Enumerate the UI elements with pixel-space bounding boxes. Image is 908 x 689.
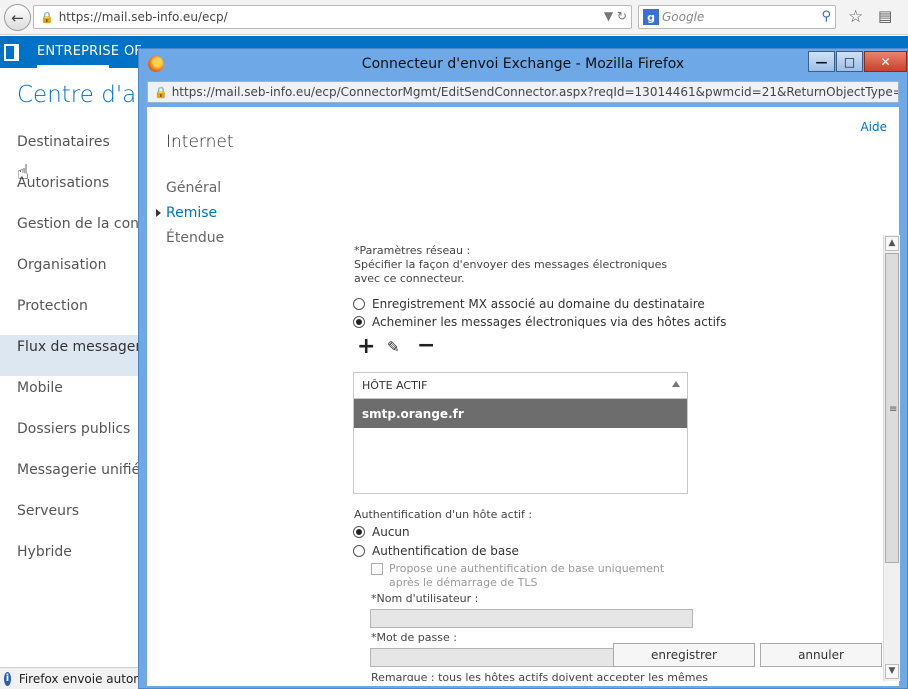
radio-mx-label: Enregistrement MX associé au domaine du … bbox=[372, 297, 705, 311]
sidebar-item-flux-messagerie[interactable]: Flux de messagerie bbox=[0, 335, 140, 376]
popup-window: Connecteur d'envoi Exchange - Mozilla Fi… bbox=[138, 48, 908, 689]
sidebar-item-messagerie-unifiee[interactable]: Messagerie unifiée bbox=[0, 458, 140, 499]
status-text: Firefox envoie autom bbox=[18, 671, 145, 686]
back-button[interactable]: ← bbox=[4, 4, 31, 31]
hosts-column-header[interactable]: HÔTE ACTIF bbox=[354, 373, 687, 399]
lock-icon: 🔒 bbox=[154, 85, 168, 99]
sidebar-nav: Destinataires Autorisations Gestion de l… bbox=[0, 130, 140, 581]
maximize-icon: □ bbox=[843, 54, 856, 69]
remove-host-button[interactable]: − bbox=[417, 335, 435, 357]
radio-auth-none[interactable]: Aucun bbox=[353, 525, 410, 539]
arrow-left-icon: ← bbox=[11, 8, 24, 27]
dialog-nav-remise[interactable]: Remise bbox=[155, 203, 224, 228]
dialog-nav-general[interactable]: Général bbox=[166, 178, 224, 203]
radio-button-checked[interactable] bbox=[353, 316, 365, 328]
popup-address-bar[interactable]: 🔒 https://mail.seb-info.eu/ecp/Connector… bbox=[147, 81, 899, 103]
radio-button[interactable] bbox=[353, 545, 365, 557]
search-box[interactable]: g Google ⚲ bbox=[638, 5, 836, 29]
dialog-nav: Général Remise Étendue bbox=[155, 178, 224, 253]
google-icon: g bbox=[643, 9, 659, 25]
lock-icon: 🔒 bbox=[40, 10, 54, 24]
sidebar-item-protection[interactable]: Protection bbox=[0, 294, 140, 335]
chevron-up-icon: ▲ bbox=[888, 238, 896, 248]
radio-smart-host-label: Acheminer les messages électroniques via… bbox=[372, 315, 727, 329]
tls-checkbox-row[interactable]: Propose une authentification de base uni… bbox=[371, 562, 679, 590]
office-logo-icon[interactable] bbox=[4, 44, 19, 61]
reload-icon[interactable]: ▼ ↻ bbox=[604, 9, 627, 23]
hand-cursor-icon: ☝ bbox=[17, 160, 30, 184]
smart-host-list: HÔTE ACTIF smtp.orange.fr bbox=[353, 372, 688, 494]
grip-icon: ≡ bbox=[889, 404, 898, 415]
host-name: smtp.orange.fr bbox=[362, 406, 464, 421]
browser-toolbar: ← 🔒 https://mail.seb-info.eu/ecp/ ▼ ↻ g … bbox=[0, 0, 908, 35]
close-button[interactable]: ✕ bbox=[864, 51, 907, 72]
radio-auth-none-label: Aucun bbox=[372, 525, 410, 539]
radio-auth-basic-label: Authentification de base bbox=[372, 544, 519, 558]
status-bar: i Firefox envoie autom bbox=[0, 667, 145, 689]
edit-host-button[interactable]: ✎ bbox=[387, 339, 400, 355]
radio-button[interactable] bbox=[353, 298, 365, 310]
minimize-icon: — bbox=[815, 54, 828, 69]
minimize-button[interactable]: — bbox=[808, 51, 835, 72]
username-field[interactable] bbox=[370, 609, 693, 628]
bookmark-star-icon[interactable]: ☆ bbox=[848, 7, 863, 27]
popup-address-text: https://mail.seb-info.eu/ecp/ConnectorMg… bbox=[171, 85, 899, 99]
sidebar-item-gestion-conformite[interactable]: Gestion de la confo bbox=[0, 212, 140, 253]
plus-icon: + bbox=[357, 334, 376, 359]
sort-ascending-icon bbox=[672, 381, 680, 387]
network-settings-label: *Paramètres réseau : bbox=[354, 244, 471, 257]
bookmarks-menu-icon[interactable]: ▤ bbox=[878, 7, 892, 25]
maximize-button[interactable]: □ bbox=[836, 51, 863, 72]
tab-entreprise[interactable]: ENTREPRISE bbox=[37, 44, 119, 59]
username-label: *Nom d'utilisateur : bbox=[371, 592, 479, 605]
tls-checkbox[interactable] bbox=[371, 563, 383, 575]
pencil-icon: ✎ bbox=[387, 338, 400, 356]
info-icon: i bbox=[4, 671, 11, 686]
close-icon: ✕ bbox=[880, 54, 891, 69]
dialog-body: Aide Internet Général Remise Étendue *Pa… bbox=[147, 107, 900, 686]
radio-smart-host[interactable]: Acheminer les messages électroniques via… bbox=[353, 315, 726, 329]
radio-auth-basic[interactable]: Authentification de base bbox=[353, 544, 519, 558]
radio-button-checked[interactable] bbox=[353, 526, 365, 538]
auth-label: Authentification d'un hôte actif : bbox=[354, 508, 533, 521]
search-icon[interactable]: ⚲ bbox=[821, 9, 831, 24]
address-text: https://mail.seb-info.eu/ecp/ bbox=[58, 10, 228, 24]
scroll-down-button[interactable]: ▼ bbox=[885, 664, 899, 679]
dialog-content: *Paramètres réseau : Spécifier la façon … bbox=[353, 235, 883, 681]
minus-icon: − bbox=[417, 333, 436, 358]
address-bar[interactable]: 🔒 https://mail.seb-info.eu/ecp/ ▼ ↻ bbox=[33, 5, 632, 29]
table-row[interactable]: smtp.orange.fr bbox=[354, 399, 687, 428]
sidebar-item-mobile[interactable]: Mobile bbox=[0, 376, 140, 417]
sidebar-item-serveurs[interactable]: Serveurs bbox=[0, 499, 140, 540]
popup-titlebar[interactable]: Connecteur d'envoi Exchange - Mozilla Fi… bbox=[139, 49, 907, 79]
tab-active-indicator bbox=[37, 65, 109, 68]
scroll-thumb[interactable]: ≡ bbox=[885, 253, 899, 563]
content-scrollbar[interactable]: ▲ ≡ ▼ bbox=[883, 235, 900, 681]
sidebar-item-dossiers-publics[interactable]: Dossiers publics bbox=[0, 417, 140, 458]
dialog-nav-etendue[interactable]: Étendue bbox=[166, 228, 224, 253]
add-host-button[interactable]: + bbox=[357, 334, 376, 359]
search-placeholder: Google bbox=[662, 10, 705, 24]
hosts-header-label: HÔTE ACTIF bbox=[362, 379, 428, 392]
popup-title: Connecteur d'envoi Exchange - Mozilla Fi… bbox=[361, 56, 685, 72]
radio-mx-record[interactable]: Enregistrement MX associé au domaine du … bbox=[353, 297, 705, 311]
tls-checkbox-label: Propose une authentification de base uni… bbox=[389, 562, 665, 589]
sidebar-item-organisation[interactable]: Organisation bbox=[0, 253, 140, 294]
chevron-down-icon: ▼ bbox=[888, 666, 896, 676]
scroll-up-button[interactable]: ▲ bbox=[885, 236, 899, 251]
help-link[interactable]: Aide bbox=[860, 120, 887, 134]
dialog-title: Internet bbox=[166, 132, 234, 152]
cancel-button[interactable]: annuler bbox=[760, 643, 882, 667]
remark-text: Remarque : tous les hôtes actifs doivent… bbox=[371, 671, 708, 681]
sidebar-item-hybride[interactable]: Hybride bbox=[0, 540, 140, 581]
save-button[interactable]: enregistrer bbox=[613, 643, 755, 667]
password-label: *Mot de passe : bbox=[371, 631, 457, 644]
network-settings-description: Spécifier la façon d'envoyer des message… bbox=[354, 258, 668, 285]
